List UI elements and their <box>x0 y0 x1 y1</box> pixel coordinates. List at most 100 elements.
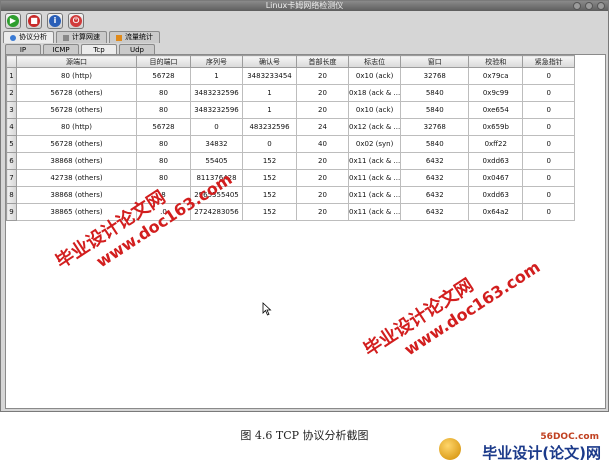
table-cell: 0x9c99 <box>468 84 524 102</box>
row-number: 1 <box>6 67 17 85</box>
table-cell: 42738 (others) <box>16 169 137 187</box>
table-cell: 6432 <box>400 186 470 204</box>
column-header[interactable]: 确认号 <box>242 55 297 68</box>
table-cell: 0xe654 <box>468 101 524 119</box>
column-header[interactable]: 紧急指针 <box>522 55 576 68</box>
table-cell: 0x10 (ack) <box>347 67 402 85</box>
row-number: 7 <box>6 169 17 187</box>
row-number: 2 <box>6 84 17 102</box>
table-cell: 5840 <box>400 84 470 102</box>
tab-traffic-stats[interactable]: 流量统计 <box>109 31 160 43</box>
table-cell: 20 <box>296 169 349 187</box>
power-button[interactable]: ⏻ <box>68 13 84 29</box>
table-row[interactable]: 6 38868 (others) 80 55405 152 20 0x11 (ack & .… <box>6 152 576 170</box>
info-icon: i <box>49 15 61 27</box>
table-cell: 0x11 (ack & ... <box>347 152 402 170</box>
table-header-row: 源端口 目的端口 序列号 确认号 首部长度 标志位 窗口 校验和 紧急指针 <box>6 55 576 68</box>
speed-icon <box>63 34 69 41</box>
table-cell: 0 <box>522 152 576 170</box>
table-cell: 0x0467 <box>468 169 524 187</box>
table-cell: 0x10 (ack) <box>347 101 402 119</box>
table-cell: 152 <box>242 186 297 204</box>
table-cell: 6432 <box>400 169 470 187</box>
table-cell: 0 <box>522 101 576 119</box>
tab-label: 计算网速 <box>72 33 100 41</box>
table-cell: 0x11 (ack & ... <box>347 203 402 221</box>
table-cell: 0xff22 <box>468 135 524 153</box>
table-row[interactable]: 4 80 (http) 56728 0 483232596 24 0x12 (ack & .… <box>6 118 576 136</box>
table-cell: 80 <box>136 135 191 153</box>
start-button[interactable]: ▶ <box>5 13 21 29</box>
row-number: 6 <box>6 152 17 170</box>
table-cell: 20 <box>296 203 349 221</box>
row-number: 8 <box>6 186 17 204</box>
stop-button[interactable]: ■ <box>26 13 42 29</box>
info-button[interactable]: i <box>47 13 63 29</box>
column-header[interactable]: 序列号 <box>190 55 243 68</box>
table-row[interactable]: 3 56728 (others) 80 3483232596 1 20 0x10 (ack)… <box>6 101 576 119</box>
table-cell: 32768 <box>400 118 470 136</box>
table-cell: 3483232596 <box>190 84 243 102</box>
table-row[interactable]: 7 42738 (others) 80 811376428 152 20 0x11 (ack… <box>6 169 576 187</box>
table-cell: 0 <box>522 203 576 221</box>
tab-protocol-analysis[interactable]: 协议分析 <box>3 31 54 43</box>
table-cell: 3483232596 <box>190 101 243 119</box>
row-number: 5 <box>6 135 17 153</box>
maximize-button[interactable] <box>585 2 593 10</box>
table-cell: 56728 (others) <box>16 84 137 102</box>
table-row[interactable]: 5 56728 (others) 80 34832 0 40 0x02 (syn) 5840 0… <box>6 135 576 153</box>
table-cell: 152 <box>242 169 297 187</box>
table-row[interactable]: 8 38868 (others) 8 2965355405 152 20 0x11 (ack… <box>6 186 576 204</box>
table-cell: 0 <box>522 118 576 136</box>
table-cell: 56728 (others) <box>16 101 137 119</box>
table-row[interactable]: 1 80 (http) 56728 1 3483233454 20 0x10 (ack) 32… <box>6 67 576 85</box>
column-header[interactable]: 校验和 <box>468 55 524 68</box>
table-cell: 38868 (others) <box>16 152 137 170</box>
table-cell: 0x659b <box>468 118 524 136</box>
footer-logo: 56DOC.com 毕业设计(论文)网 <box>439 432 605 464</box>
close-button[interactable] <box>597 2 605 10</box>
table-cell: 0xdd63 <box>468 152 524 170</box>
table-cell: 34832 <box>190 135 243 153</box>
title-bar[interactable]: Linux卡姆网络检测仪 <box>1 1 608 11</box>
table-cell: 56728 <box>136 67 191 85</box>
table-cell: 38868 (others) <box>16 186 137 204</box>
app-window: Linux卡姆网络检测仪 ▶ ■ i ⏻ 协议分析 计算网速 流量统计 IP I… <box>0 0 609 412</box>
toolbar: ▶ ■ i ⏻ <box>1 11 608 31</box>
table-row[interactable]: 9 38865 (others) .0 2724283056 152 20 0x11 (ac… <box>6 203 576 221</box>
table-cell: 152 <box>242 203 297 221</box>
column-header[interactable]: 标志位 <box>347 55 402 68</box>
column-header[interactable]: 窗口 <box>400 55 470 68</box>
table-cell: 24 <box>296 118 349 136</box>
row-number: 3 <box>6 101 17 119</box>
table-cell: 20 <box>296 186 349 204</box>
table-cell: 0 <box>522 67 576 85</box>
table-cell: 5840 <box>400 135 470 153</box>
table-cell: 20 <box>296 152 349 170</box>
tab-network-speed[interactable]: 计算网速 <box>56 31 107 43</box>
main-tabs: 协议分析 计算网速 流量统计 <box>3 31 160 43</box>
table-cell: 56728 (others) <box>16 135 137 153</box>
packet-table: 源端口 目的端口 序列号 确认号 首部长度 标志位 窗口 校验和 紧急指针 1 80 (http)… <box>6 55 576 221</box>
table-cell: 0x12 (ack & ... <box>347 118 402 136</box>
minimize-button[interactable] <box>573 2 581 10</box>
tab-label: 协议分析 <box>19 33 47 41</box>
window-title: Linux卡姆网络检测仪 <box>265 1 344 10</box>
table-cell: 0x64a2 <box>468 203 524 221</box>
table-cell: 152 <box>242 152 297 170</box>
table-cell: 40 <box>296 135 349 153</box>
table-cell: 0 <box>190 118 243 136</box>
table-cell: 0xdd63 <box>468 186 524 204</box>
table-row[interactable]: 2 56728 (others) 80 3483232596 1 20 0x18 (ack … <box>6 84 576 102</box>
table-cell: 20 <box>296 67 349 85</box>
table-cell: 0x11 (ack & ... <box>347 186 402 204</box>
logo-icon <box>439 438 461 460</box>
mouse-cursor-icon <box>262 302 272 316</box>
logo-brand: 毕业设计(论文)网 <box>482 444 601 462</box>
table-cell: 0x11 (ack & ... <box>347 169 402 187</box>
column-header[interactable]: 目的端口 <box>136 55 191 68</box>
column-header[interactable]: 首部长度 <box>296 55 349 68</box>
analysis-icon <box>10 34 16 41</box>
table-cell: 0x02 (syn) <box>347 135 402 153</box>
column-header[interactable]: 源端口 <box>16 55 137 68</box>
